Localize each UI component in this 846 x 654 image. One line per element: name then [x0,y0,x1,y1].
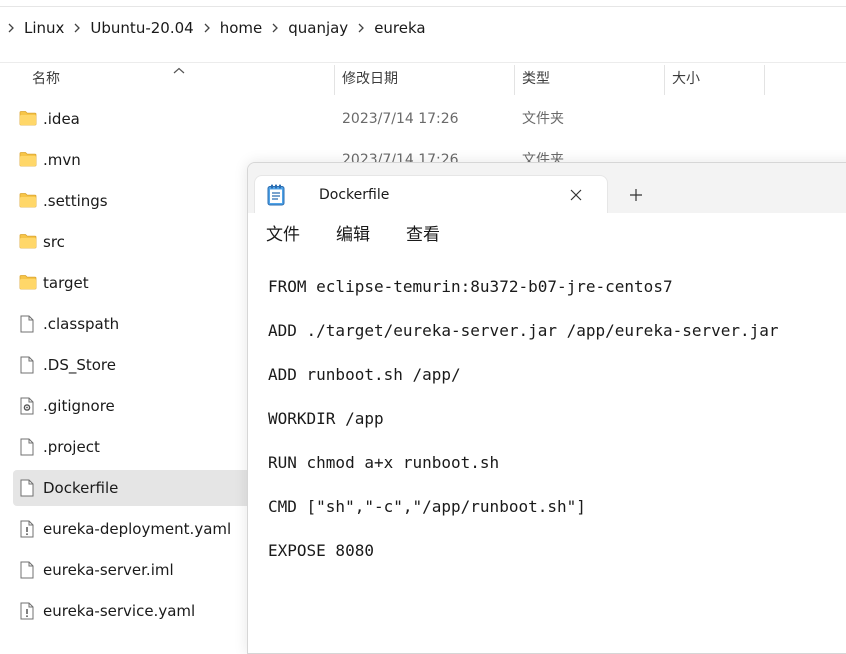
folder-icon [19,192,37,210]
chevron-right-icon[interactable] [66,23,88,33]
folder-icon [19,274,37,292]
breadcrumb-item-linux[interactable]: Linux [22,19,66,37]
file-name: eureka-server.iml [43,561,174,579]
breadcrumb-item-eureka[interactable]: eureka [372,19,427,37]
chevron-right-icon[interactable] [0,23,22,33]
folder-icon [19,151,37,169]
file-name: .gitignore [43,397,115,415]
editor-line: WORKDIR /app [268,409,384,428]
editor-line: RUN chmod a+x runboot.sh [268,453,500,472]
tab-dockerfile[interactable]: Dockerfile [254,175,608,214]
text-editor[interactable]: FROM eclipse-temurin:8u372-b07-jre-cento… [248,257,846,653]
editor-line: FROM eclipse-temurin:8u372-b07-jre-cento… [268,277,673,296]
notepad-window: Dockerfile 文件 编辑 查看 FROM eclipse-temurin… [247,162,846,654]
file-name: Dockerfile [43,479,119,497]
file-name: target [43,274,89,292]
editor-line: ADD ./target/eureka-server.jar /app/eure… [268,321,779,340]
add-tab-icon[interactable] [624,183,648,207]
column-name-header[interactable]: 名称 [32,63,60,96]
chevron-right-icon[interactable] [350,23,372,33]
file-name: .mvn [43,151,81,169]
menu-view[interactable]: 查看 [406,213,440,257]
yaml-file-icon [19,602,37,620]
column-divider[interactable] [664,65,665,95]
file-name: src [43,233,65,251]
file-name: .settings [43,192,108,210]
config-file-icon [19,397,37,415]
file-icon [19,561,37,579]
breadcrumb-item-quanjay[interactable]: quanjay [286,19,350,37]
notepad-titlebar[interactable]: Dockerfile [248,163,846,214]
close-icon[interactable] [567,186,585,204]
file-name: .DS_Store [43,356,116,374]
column-divider[interactable] [334,65,335,95]
file-name: .project [43,438,100,456]
file-name: .idea [43,110,80,128]
file-name: eureka-service.yaml [43,602,196,620]
column-type-header[interactable]: 类型 [522,63,550,96]
file-modified-date: 2023/7/14 17:26 [342,111,459,127]
menu-file[interactable]: 文件 [266,213,300,257]
file-icon [19,356,37,374]
folder-icon [19,233,37,251]
menu-edit[interactable]: 编辑 [336,213,370,257]
file-icon [19,479,37,497]
editor-line: ADD runboot.sh /app/ [268,365,461,384]
chevron-right-icon[interactable] [196,23,218,33]
tab-title: Dockerfile [319,187,390,203]
breadcrumb-item-ubuntu[interactable]: Ubuntu-20.04 [88,19,195,37]
breadcrumb: Linux Ubuntu-20.04 home quanjay eureka [0,7,428,49]
column-divider[interactable] [764,65,765,95]
file-icon [19,315,37,333]
file-icon [19,438,37,456]
column-divider[interactable] [514,65,515,95]
yaml-file-icon [19,520,37,538]
notepad-icon [267,184,285,210]
file-row[interactable]: .idea 2023/7/14 17:26 文件夹 [13,101,833,137]
editor-line: CMD ["sh","-c","/app/runboot.sh"] [268,497,586,516]
file-type: 文件夹 [522,111,564,127]
column-size-header[interactable]: 大小 [672,63,700,96]
column-modified-header[interactable]: 修改日期 [342,63,398,96]
file-name: eureka-deployment.yaml [43,520,232,538]
editor-line: EXPOSE 8080 [268,541,374,560]
breadcrumb-item-home[interactable]: home [218,19,265,37]
sort-up-icon [173,63,185,79]
folder-icon [19,110,37,128]
column-header: 名称 修改日期 类型 大小 [0,63,846,96]
chevron-right-icon[interactable] [264,23,286,33]
notepad-menubar: 文件 编辑 查看 [248,213,846,257]
file-name: .classpath [43,315,120,333]
